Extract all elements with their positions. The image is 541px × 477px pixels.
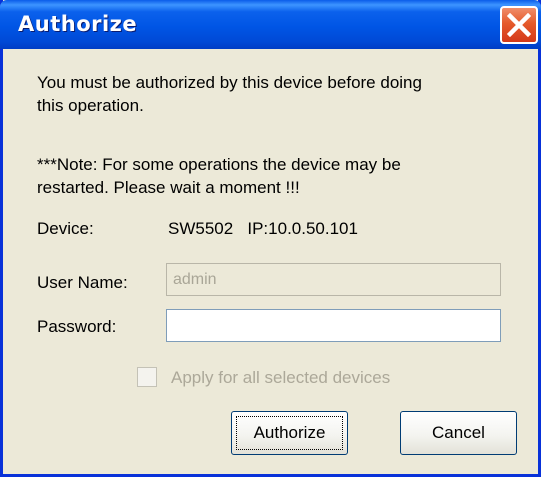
restart-note-line1: ***Note: For some operations the device … xyxy=(37,155,401,174)
auth-message-line1: You must be authorized by this device be… xyxy=(37,73,422,92)
auth-message-line2: this operation. xyxy=(37,96,144,115)
device-label: Device: xyxy=(37,219,94,238)
title-bar[interactable]: Authorize xyxy=(0,0,541,49)
restart-note-line2: restarted. Please wait a moment !!! xyxy=(37,178,300,197)
password-label: Password: xyxy=(37,317,117,336)
user-name-label: User Name: xyxy=(37,273,128,292)
cancel-button-label: Cancel xyxy=(432,423,485,442)
password-field[interactable] xyxy=(166,309,501,342)
device-value: SW5502 IP:10.0.50.101 xyxy=(168,219,358,238)
user-name-field[interactable] xyxy=(166,263,501,296)
apply-all-checkbox[interactable] xyxy=(137,367,157,387)
authorize-button[interactable]: Authorize xyxy=(231,411,348,455)
cancel-button[interactable]: Cancel xyxy=(400,411,517,455)
window-title: Authorize xyxy=(18,12,138,36)
restart-note: ***Note: For some operations the device … xyxy=(37,153,401,199)
authorize-dialog: Authorize You must be authorized by this… xyxy=(0,0,541,477)
authorize-button-label: Authorize xyxy=(253,423,326,442)
close-icon xyxy=(507,13,531,37)
apply-all-label: Apply for all selected devices xyxy=(171,368,391,387)
auth-message: You must be authorized by this device be… xyxy=(37,71,422,117)
close-button[interactable] xyxy=(500,6,538,44)
